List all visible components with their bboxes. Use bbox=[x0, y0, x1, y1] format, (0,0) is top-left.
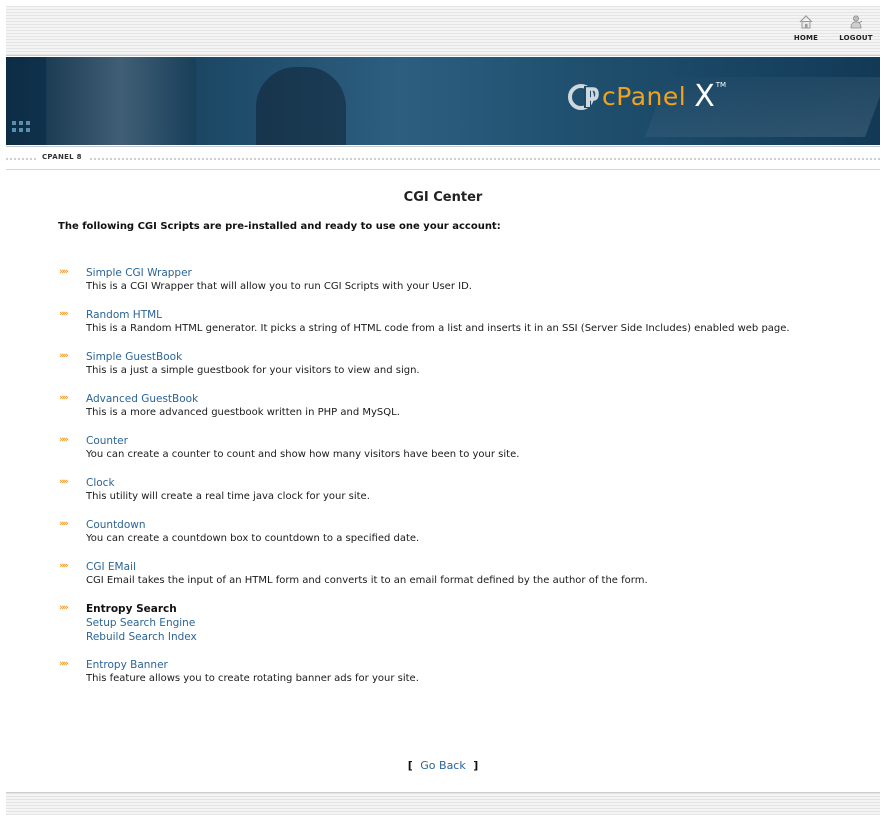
banner-decoration bbox=[256, 67, 346, 145]
list-item: »» Counter You can create a counter to c… bbox=[58, 434, 828, 462]
intro-text: The following CGI Scripts are pre-instal… bbox=[58, 221, 501, 232]
double-chevron-right-icon: »» bbox=[59, 267, 69, 277]
script-description: This feature allows you to create rotati… bbox=[86, 673, 419, 684]
advanced-guestbook-link[interactable]: Advanced GuestBook bbox=[86, 392, 828, 406]
countdown-link[interactable]: Countdown bbox=[86, 518, 828, 532]
double-chevron-right-icon: »» bbox=[59, 561, 69, 571]
banner-decoration bbox=[46, 57, 196, 145]
banner-dots bbox=[12, 121, 30, 132]
double-chevron-right-icon: »» bbox=[59, 477, 69, 487]
list-item: »» Entropy Search Setup Search Engine Re… bbox=[58, 602, 828, 644]
person-icon bbox=[850, 15, 863, 29]
simple-cgi-wrapper-link[interactable]: Simple CGI Wrapper bbox=[86, 266, 828, 280]
setup-search-engine-link[interactable]: Setup Search Engine bbox=[86, 616, 828, 630]
list-item: »» Advanced GuestBook This is a more adv… bbox=[58, 392, 828, 420]
double-chevron-right-icon: »» bbox=[59, 393, 69, 403]
breadcrumb[interactable]: CPANEL 8 bbox=[36, 153, 88, 161]
go-back-link[interactable]: Go Back bbox=[420, 759, 465, 772]
logo-text: cPanel bbox=[602, 82, 687, 111]
script-description: This utility will create a real time jav… bbox=[86, 491, 370, 502]
script-description: This is a just a simple guestbook for yo… bbox=[86, 365, 420, 376]
cpanel-logo: cPanel X TM bbox=[566, 79, 726, 114]
main-content: CGI Center The following CGI Scripts are… bbox=[6, 176, 880, 772]
bracket-open: [ bbox=[407, 759, 413, 772]
rebuild-search-index-link[interactable]: Rebuild Search Index bbox=[86, 630, 828, 644]
list-item: »» Entropy Banner This feature allows yo… bbox=[58, 658, 828, 686]
script-description: You can create a countdown box to countd… bbox=[86, 533, 420, 544]
double-chevron-right-icon: »» bbox=[59, 309, 69, 319]
page-title: CGI Center bbox=[403, 190, 483, 205]
footer-bar bbox=[6, 792, 880, 815]
home-label: HOME bbox=[793, 34, 819, 42]
go-back-row: [ Go Back ] bbox=[6, 759, 880, 772]
breadcrumb-bar: CPANEL 8 bbox=[6, 146, 880, 170]
top-toolbar: HOME LOGOUT bbox=[6, 6, 880, 56]
logout-label: LOGOUT bbox=[839, 34, 873, 42]
list-item: »» Clock This utility will create a real… bbox=[58, 476, 828, 504]
house-icon bbox=[799, 15, 813, 29]
double-chevron-right-icon: »» bbox=[59, 351, 69, 361]
double-chevron-right-icon: »» bbox=[59, 519, 69, 529]
clock-link[interactable]: Clock bbox=[86, 476, 828, 490]
breadcrumb-rule bbox=[6, 158, 880, 160]
double-chevron-right-icon: »» bbox=[59, 659, 69, 669]
simple-guestbook-link[interactable]: Simple GuestBook bbox=[86, 350, 828, 364]
script-description: CGI Email takes the input of an HTML for… bbox=[86, 575, 648, 586]
logout-button[interactable]: LOGOUT bbox=[838, 14, 874, 42]
list-item: »» CGI EMail CGI Email takes the input o… bbox=[58, 560, 828, 588]
double-chevron-right-icon: »» bbox=[59, 603, 69, 613]
random-html-link[interactable]: Random HTML bbox=[86, 308, 828, 322]
script-list: »» Simple CGI Wrapper This is a CGI Wrap… bbox=[58, 266, 828, 686]
cgi-email-link[interactable]: CGI EMail bbox=[86, 560, 828, 574]
list-item: »» Countdown You can create a countdown … bbox=[58, 518, 828, 546]
list-item: »» Simple GuestBook This is a just a sim… bbox=[58, 350, 828, 378]
double-chevron-right-icon: »» bbox=[59, 435, 69, 445]
script-description: This is a more advanced guestbook writte… bbox=[86, 407, 400, 418]
logo-x: X bbox=[694, 79, 715, 114]
counter-link[interactable]: Counter bbox=[86, 434, 828, 448]
entropy-banner-link[interactable]: Entropy Banner bbox=[86, 658, 828, 672]
bracket-close: ] bbox=[473, 759, 479, 772]
list-item: »» Simple CGI Wrapper This is a CGI Wrap… bbox=[58, 266, 828, 294]
logo-trademark: TM bbox=[715, 80, 727, 89]
home-button[interactable]: HOME bbox=[788, 14, 824, 42]
list-item: »» Random HTML This is a Random HTML gen… bbox=[58, 308, 828, 336]
page-frame: HOME LOGOUT cPanel X TM CPANEL 8 CGI Cen… bbox=[6, 6, 880, 815]
top-nav: HOME LOGOUT bbox=[788, 14, 874, 42]
script-description: This is a Random HTML generator. It pick… bbox=[86, 323, 790, 334]
entropy-search-heading: Entropy Search bbox=[86, 603, 177, 615]
cpanel-logo-icon bbox=[568, 83, 599, 110]
script-description: This is a CGI Wrapper that will allow yo… bbox=[86, 281, 472, 292]
script-description: You can create a counter to count and sh… bbox=[86, 449, 520, 460]
header-banner: cPanel X TM bbox=[6, 57, 880, 145]
